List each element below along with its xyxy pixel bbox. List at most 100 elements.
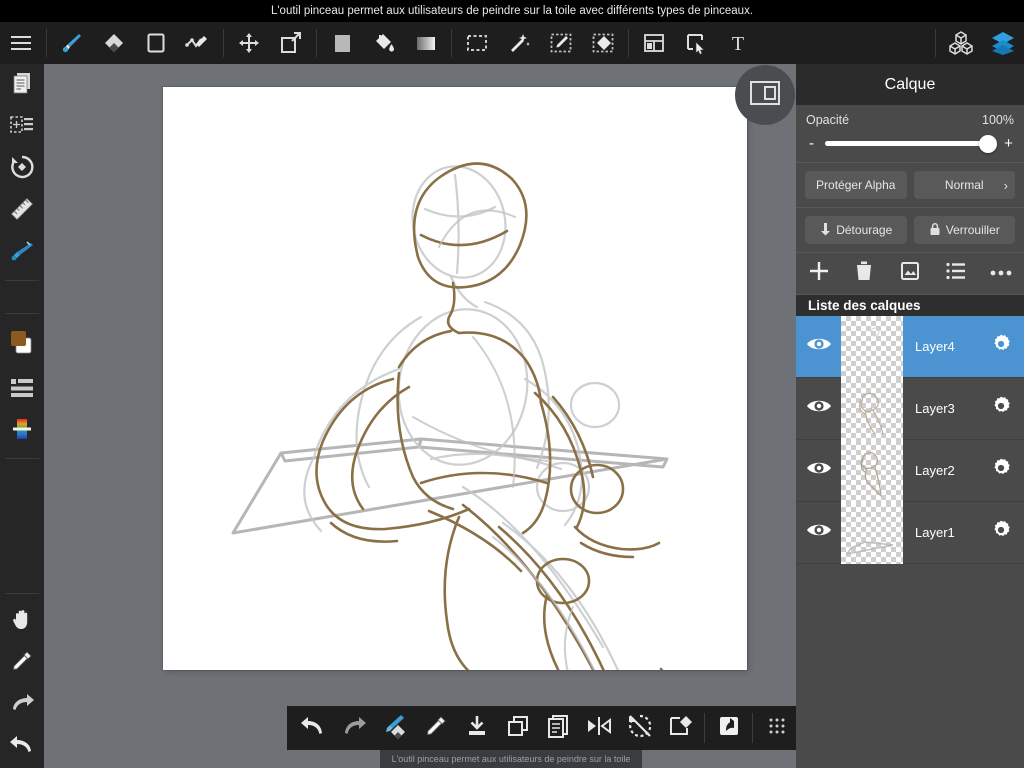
move-tool-button[interactable] [228, 22, 270, 64]
toolbar-divider-2 [223, 29, 224, 57]
blend-mode-select[interactable]: Normal › [913, 171, 1015, 199]
save-button[interactable] [456, 706, 497, 750]
undo-arrow-icon [9, 734, 35, 761]
magic-wand-tool-button[interactable] [498, 22, 540, 64]
opacity-slider[interactable] [825, 134, 997, 153]
clipping-button[interactable]: Détourage [805, 216, 907, 244]
svg-text:T: T [732, 33, 744, 54]
drag-handle[interactable] [756, 706, 797, 750]
table-row[interactable]: Layer1 [796, 501, 1024, 564]
panel-divide-tool-button[interactable] [633, 22, 675, 64]
add-layer-button[interactable] [802, 257, 836, 291]
copy-page-button[interactable] [538, 706, 579, 750]
select-eraser-tool-button[interactable] [582, 22, 624, 64]
panel-toggle-icon [749, 79, 781, 112]
eraser-tool-button[interactable] [93, 22, 135, 64]
layer-settings-button[interactable] [978, 519, 1024, 546]
layer-settings-button[interactable] [978, 333, 1024, 360]
flip-horizontal-button[interactable] [579, 706, 620, 750]
layer-visibility-toggle[interactable] [796, 460, 841, 481]
selection-list-icon [9, 114, 35, 141]
duplicate-layer-button[interactable] [893, 257, 927, 291]
expand-arrow-icon [717, 714, 741, 743]
object-select-tool-button[interactable] [675, 22, 717, 64]
sidebar-divider-4 [5, 593, 39, 594]
toolbar-divider-1 [46, 29, 47, 57]
lock-button[interactable]: Verrouiller [913, 216, 1015, 244]
sidebar-item-rotate[interactable] [0, 148, 44, 190]
sidebar-item-hand-pan[interactable] [0, 600, 44, 642]
eye-icon [806, 336, 832, 357]
reset-rotation-icon [627, 713, 653, 744]
drawing-canvas[interactable] [163, 87, 747, 670]
brush-eraser-toggle-button[interactable] [375, 706, 416, 750]
sidebar-item-color-swatch[interactable] [0, 320, 44, 368]
marquee-select-tool-button[interactable] [456, 22, 498, 64]
hamburger-menu-button[interactable] [0, 22, 42, 64]
pen-curve-tool-button[interactable] [177, 22, 219, 64]
materials-3d-button[interactable] [940, 22, 982, 64]
sidebar-item-pages[interactable] [0, 64, 44, 106]
redo-button[interactable] [334, 706, 375, 750]
text-tool-button[interactable]: T [717, 22, 759, 64]
layer-settings-button[interactable] [978, 395, 1024, 422]
layer-visibility-toggle[interactable] [796, 522, 841, 543]
gear-icon [990, 457, 1012, 484]
brush-list-icon [9, 376, 35, 403]
canvas-panel-toggle-button[interactable] [735, 65, 795, 125]
undo-button[interactable] [293, 706, 334, 750]
more-options-button[interactable] [984, 257, 1018, 291]
gear-icon [990, 395, 1012, 422]
select-brush-tool-button[interactable] [540, 22, 582, 64]
transform-tool-button[interactable] [270, 22, 312, 64]
duplicate-layer-button[interactable] [497, 706, 538, 750]
layer-visibility-toggle[interactable] [796, 398, 841, 419]
opacity-slider-thumb[interactable] [979, 134, 997, 153]
eyedropper-button[interactable] [416, 706, 457, 750]
sidebar-item-brush-settings[interactable] [0, 232, 44, 274]
layer-thumbnail [841, 316, 903, 378]
select-eraser-icon [591, 31, 615, 55]
layer-visibility-toggle[interactable] [796, 336, 841, 357]
flip-horizontal-icon [586, 715, 612, 742]
table-row[interactable]: Layer3 [796, 377, 1024, 440]
bottom-toolbar-divider-1 [704, 713, 706, 743]
layer-mode-row: Protéger Alpha Normal › [796, 163, 1024, 208]
sidebar-item-color-palette[interactable] [0, 410, 44, 452]
fill-rect-tool-button[interactable] [321, 22, 363, 64]
canvas-area[interactable] [44, 64, 796, 768]
layer-properties-button[interactable] [939, 257, 973, 291]
opacity-decrease-button[interactable]: - [806, 135, 817, 152]
table-row[interactable]: Layer4 [796, 316, 1024, 378]
cubes-3d-icon [948, 30, 974, 56]
copy-document-icon [546, 714, 570, 743]
sidebar-item-redo[interactable] [0, 684, 44, 726]
gradient-tool-button[interactable] [405, 22, 447, 64]
opacity-increase-button[interactable]: + [1003, 135, 1014, 152]
sidebar-item-selection[interactable] [0, 106, 44, 148]
sidebar-item-brush-list[interactable] [0, 368, 44, 410]
layers-toggle-button[interactable] [982, 22, 1024, 64]
pages-document-icon [10, 71, 34, 100]
clipping-label: Détourage [836, 223, 893, 237]
protect-alpha-button[interactable]: Protéger Alpha [805, 171, 907, 199]
toolbar-divider-4 [451, 29, 452, 57]
sidebar-item-ruler[interactable] [0, 190, 44, 232]
clear-layer-button[interactable] [661, 706, 702, 750]
sidebar-divider-1 [5, 280, 39, 281]
clear-rotation-button[interactable] [620, 706, 661, 750]
hand-icon [10, 607, 34, 636]
sidebar-item-eyedropper[interactable] [0, 642, 44, 684]
opacity-value: 100% [982, 113, 1014, 127]
sidebar-item-undo[interactable] [0, 726, 44, 768]
delete-layer-button[interactable] [847, 257, 881, 291]
fullscreen-button[interactable] [708, 706, 749, 750]
plus-icon [808, 260, 830, 287]
shape-tool-button[interactable] [135, 22, 177, 64]
grip-dots-icon [767, 716, 787, 741]
brush-tool-button[interactable] [51, 22, 93, 64]
bucket-tool-button[interactable] [363, 22, 405, 64]
layer-list: Layer4 Layer3 Layer2 Layer1 [796, 316, 1024, 768]
table-row[interactable]: Layer2 [796, 439, 1024, 502]
layer-settings-button[interactable] [978, 457, 1024, 484]
